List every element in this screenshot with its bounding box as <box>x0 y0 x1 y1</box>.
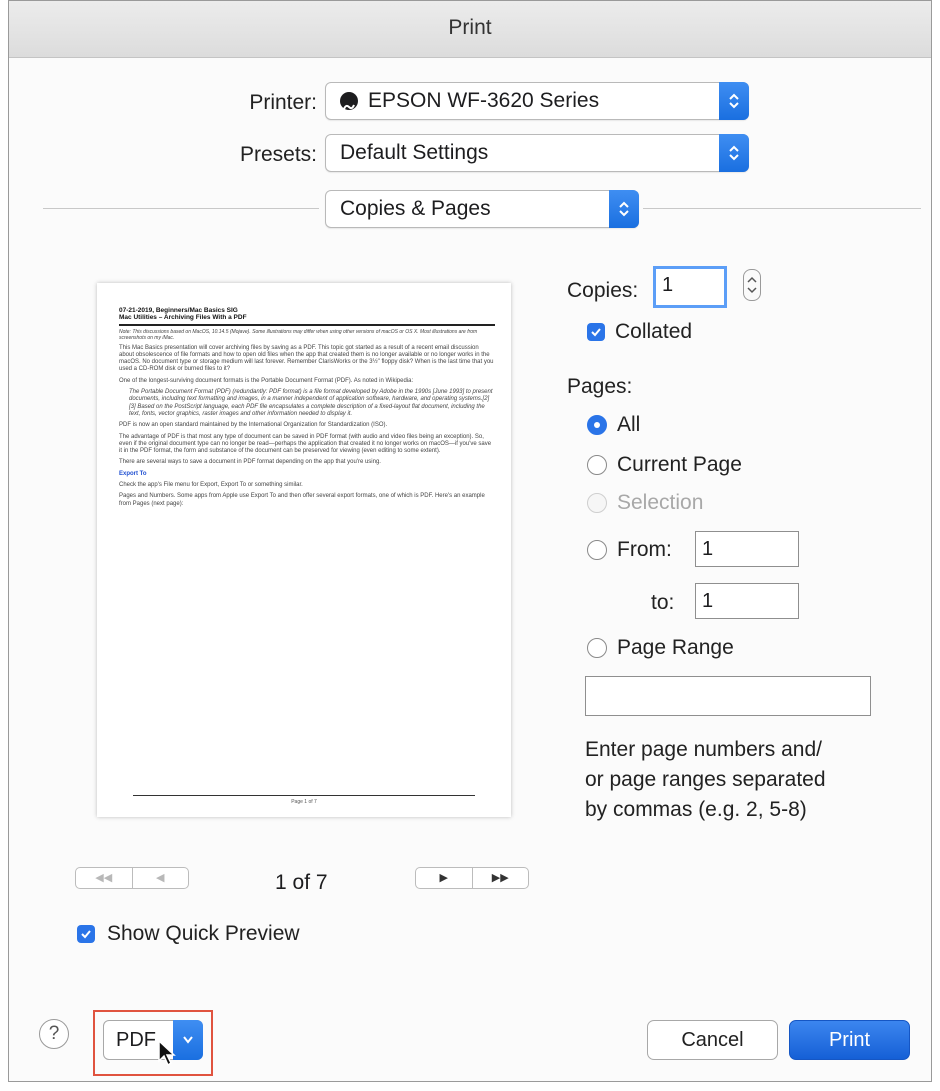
quick-preview-checkbox[interactable] <box>77 925 95 943</box>
prev-page-buttons[interactable]: ◀◀ ◀ <box>75 867 189 889</box>
mouse-cursor-icon <box>158 1039 176 1067</box>
copies-stepper[interactable] <box>743 269 761 301</box>
presets-label: Presets: <box>239 143 317 166</box>
pages-from-label: From: <box>617 538 672 561</box>
pages-to-field[interactable]: 1 <box>695 583 799 619</box>
window-title: Print <box>9 1 931 58</box>
hint-line: by commas (e.g. 2, 5-8) <box>585 798 807 821</box>
checkmark-icon <box>81 930 91 939</box>
updown-arrows-icon <box>719 134 749 172</box>
print-dialog: Print Printer: EPSON WF-3620 Series Pres… <box>8 0 932 1082</box>
pages-current-radio[interactable] <box>587 455 607 475</box>
pages-to-label: to: <box>651 591 675 614</box>
preview-paragraph: Check the app's File menu for Export, Ex… <box>119 482 303 489</box>
pdf-label: PDF <box>116 1029 156 1051</box>
separator-left <box>43 208 319 209</box>
pages-from-radio[interactable] <box>587 540 607 560</box>
hint-line: Enter page numbers and/ <box>585 738 822 761</box>
presets-select[interactable]: Default Settings <box>325 134 749 172</box>
pdf-menu-button[interactable]: PDF <box>103 1020 203 1060</box>
preview-quote: The Portable Document Format (PDF) (redu… <box>129 389 493 417</box>
pages-all-label: All <box>617 413 641 436</box>
help-button[interactable]: ? <box>39 1019 69 1049</box>
updown-arrows-icon <box>719 82 749 120</box>
checkmark-icon <box>591 328 601 337</box>
preview-subheading: Mac Utilities – Archiving Files With a P… <box>119 314 247 322</box>
next-page-icon[interactable]: ▶ <box>416 868 472 888</box>
prev-page-icon[interactable]: ◀ <box>131 868 189 888</box>
printer-select[interactable]: EPSON WF-3620 Series <box>325 82 749 120</box>
preview-paragraph: There are several ways to save a documen… <box>119 459 381 466</box>
first-page-icon[interactable]: ◀◀ <box>76 868 132 888</box>
preview-footer: Page 1 of 7 <box>291 799 317 805</box>
copies-label: Copies: <box>567 279 639 302</box>
preview-paragraph: PDF is now an open standard maintained b… <box>119 422 388 429</box>
preview-footer-rule <box>133 795 475 796</box>
pages-label: Pages: <box>567 375 633 398</box>
print-button[interactable]: Print <box>789 1020 910 1060</box>
printer-label: Printer: <box>249 91 317 114</box>
page-range-hint: Enter page numbers and/ or page ranges s… <box>585 735 826 825</box>
separator-right <box>643 208 921 209</box>
pages-current-label: Current Page <box>617 453 742 476</box>
copies-field[interactable]: 1 <box>653 266 727 308</box>
collated-label: Collated <box>615 320 693 343</box>
presets-value: Default Settings <box>340 141 489 164</box>
pages-selection-label: Selection <box>617 491 704 514</box>
printer-value: EPSON WF-3620 Series <box>368 89 600 112</box>
page-preview: 07-21-2019, Beginners/Mac Basics SIG Mac… <box>97 283 511 817</box>
quick-preview-label: Show Quick Preview <box>107 922 300 945</box>
chevron-down-icon <box>173 1020 203 1060</box>
preview-paragraph: One of the longest-surviving document fo… <box>119 377 414 384</box>
preview-paragraph: The advantage of PDF is that most any ty… <box>119 433 492 455</box>
preview-rule <box>119 323 495 326</box>
updown-arrows-icon <box>609 190 639 228</box>
collated-checkbox[interactable] <box>587 323 605 341</box>
pages-range-radio[interactable] <box>587 638 607 658</box>
section-select[interactable]: Copies & Pages <box>325 190 639 228</box>
next-page-buttons[interactable]: ▶ ▶▶ <box>415 867 529 889</box>
preview-document: 07-21-2019, Beginners/Mac Basics SIG Mac… <box>119 307 495 512</box>
preview-paragraph: Pages and Numbers. Some apps from Apple … <box>119 493 485 507</box>
hint-line: or page ranges separated <box>585 768 826 791</box>
pages-selection-radio <box>587 493 607 513</box>
preview-heading: 07-21-2019, Beginners/Mac Basics SIG <box>119 307 238 314</box>
pages-all-radio[interactable] <box>587 415 607 435</box>
preview-subhead: Export To <box>119 470 147 477</box>
section-value: Copies & Pages <box>340 197 491 220</box>
preview-note: Note: This discussions based on MacOS, 1… <box>119 328 478 341</box>
page-indicator: 1 of 7 <box>275 871 328 894</box>
last-page-icon[interactable]: ▶▶ <box>471 868 529 888</box>
preview-paragraph: This Mac Basics presentation will cover … <box>119 344 494 373</box>
stepper-arrows-icon <box>747 276 757 294</box>
pages-range-label: Page Range <box>617 636 734 659</box>
page-range-field[interactable] <box>585 676 871 716</box>
cancel-button[interactable]: Cancel <box>647 1020 778 1060</box>
pages-from-field[interactable]: 1 <box>695 531 799 567</box>
printer-status-icon <box>340 92 358 110</box>
